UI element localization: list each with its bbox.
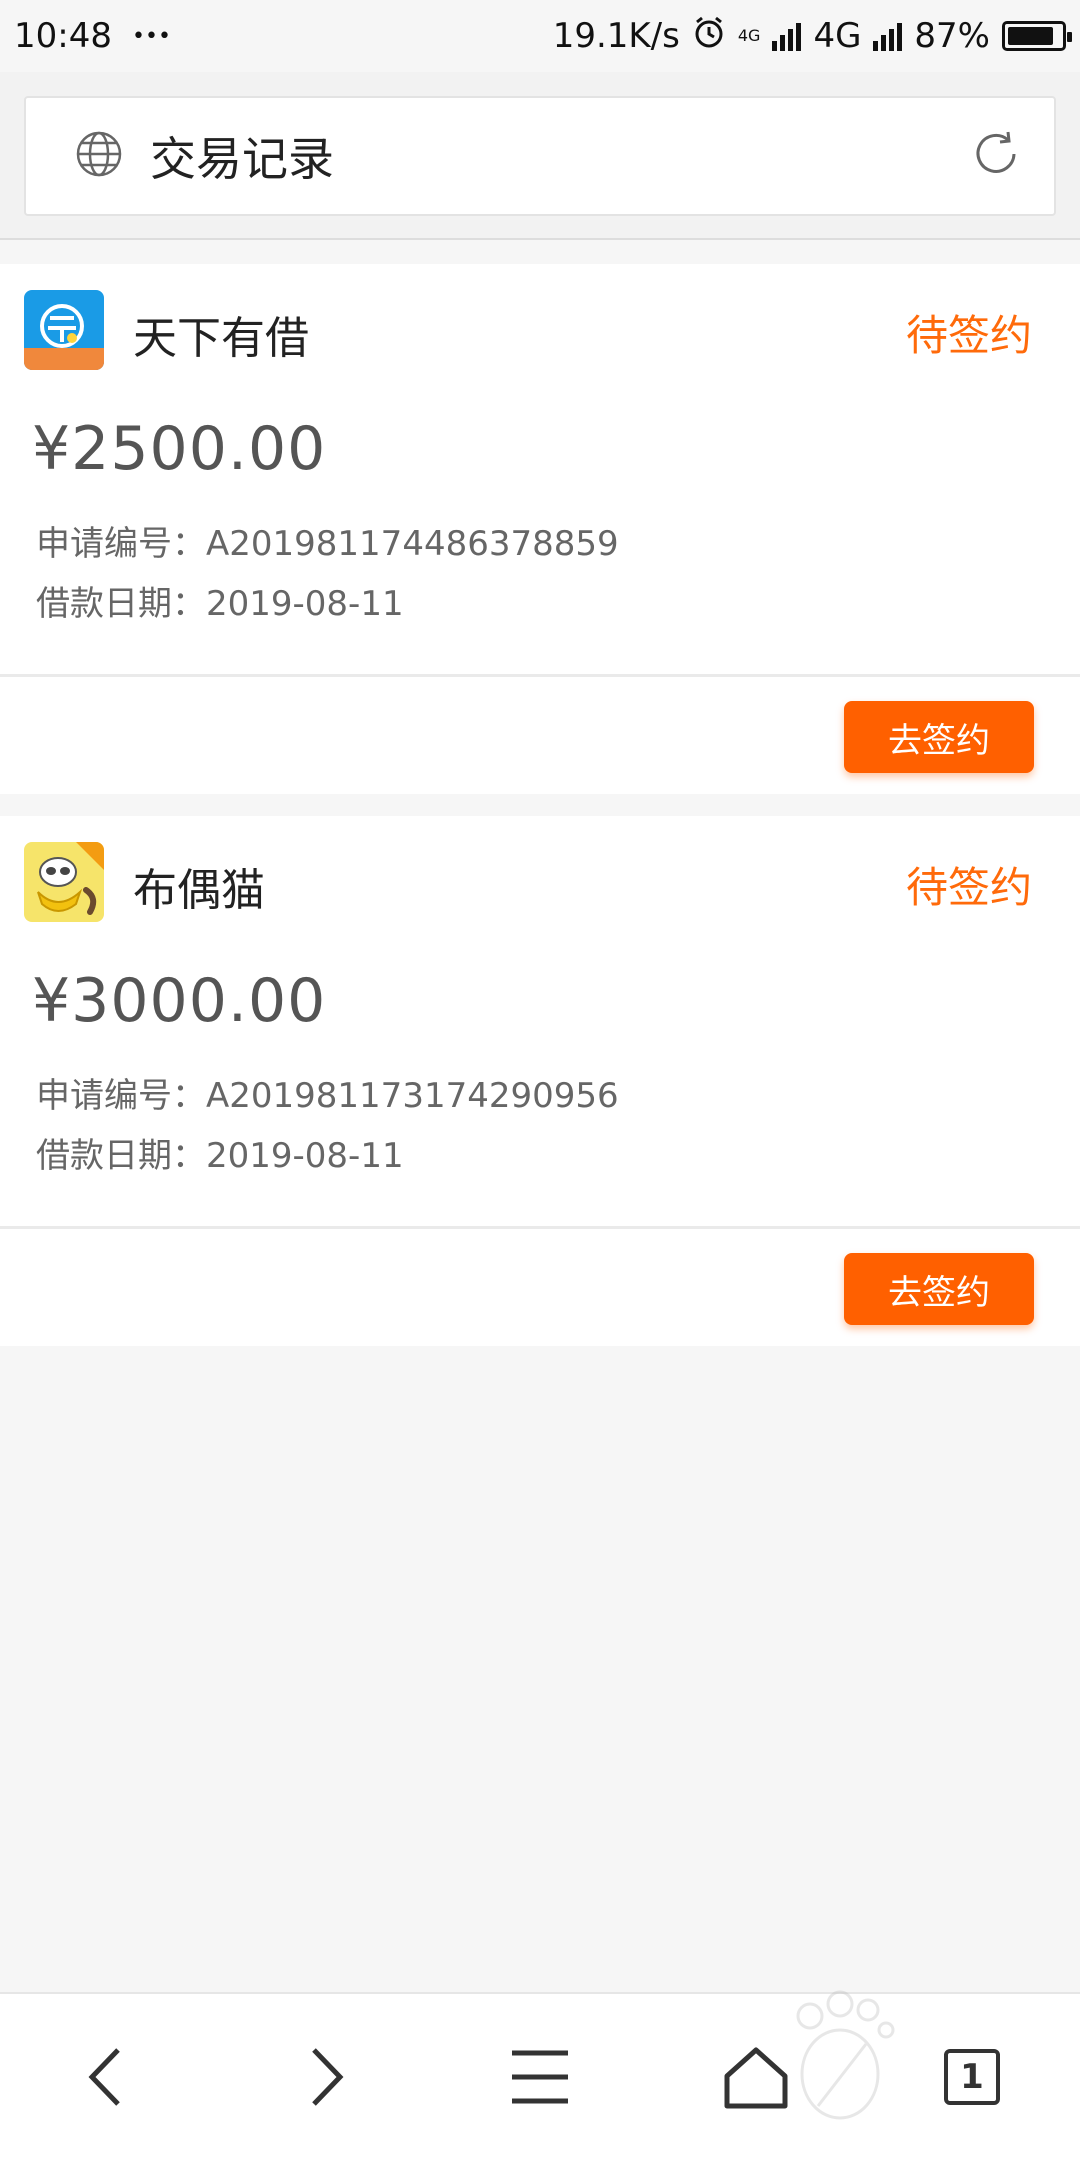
- loan-date-label: 借款日期：: [36, 584, 206, 624]
- application-number-row: 申请编号：A201981174486378859: [36, 516, 619, 565]
- loan-amount: ¥3000.00: [32, 966, 327, 1036]
- status-bar: 10:48 ••• 19.1K/s 4G 4G 87%: [0, 0, 1080, 72]
- application-number: A201981173174290956: [206, 1076, 619, 1116]
- network-label: 4G: [813, 16, 862, 56]
- page-title: 交易记录: [150, 132, 334, 186]
- lender-name: 天下有借: [133, 313, 309, 364]
- address-bar-container: 交易记录: [0, 72, 1080, 240]
- lender-logo-icon: [24, 842, 104, 922]
- loan-date-label: 借款日期：: [36, 1136, 206, 1176]
- refresh-icon[interactable]: [968, 126, 1024, 186]
- loan-date-row: 借款日期：2019-08-11: [36, 576, 404, 625]
- forward-button[interactable]: [264, 2017, 384, 2137]
- battery-percent: 87%: [914, 16, 990, 56]
- address-bar[interactable]: 交易记录: [24, 96, 1056, 216]
- application-number-label: 申请编号：: [36, 1076, 206, 1116]
- signal-icon-2: [873, 21, 903, 51]
- status-badge: 待签约: [905, 863, 1032, 912]
- status-time: 10:48: [14, 16, 112, 56]
- sign-button[interactable]: 去签约: [844, 701, 1034, 773]
- home-icon: [724, 2047, 788, 2109]
- chevron-right-icon: [312, 2048, 344, 2106]
- loan-date-row: 借款日期：2019-08-11: [36, 1128, 404, 1177]
- signal-icon: [772, 21, 802, 51]
- tabs-button[interactable]: 1: [912, 2017, 1032, 2137]
- menu-icon: [512, 2050, 568, 2104]
- application-number-row: 申请编号：A201981173174290956: [36, 1068, 619, 1117]
- battery-icon: [1002, 21, 1072, 51]
- network-small-label: 4G: [737, 26, 761, 45]
- tab-count: 1: [944, 2049, 1000, 2105]
- application-number-label: 申请编号：: [36, 524, 206, 564]
- record-card: 天下有借 待签约 ¥2500.00 申请编号：A2019811744863788…: [0, 264, 1080, 794]
- menu-button[interactable]: [480, 2017, 600, 2137]
- sign-button[interactable]: 去签约: [844, 1253, 1034, 1325]
- globe-icon: [74, 129, 124, 183]
- paw-watermark-icon: [796, 1990, 895, 2120]
- status-badge: 待签约: [905, 311, 1032, 360]
- battery-fill: [1008, 27, 1054, 45]
- lender-logo-icon: [24, 290, 104, 370]
- back-button[interactable]: [48, 2017, 168, 2137]
- more-notifications-icon: •••: [131, 23, 171, 49]
- chevron-left-icon: [88, 2048, 120, 2106]
- loan-date: 2019-08-11: [206, 584, 404, 624]
- bottom-navigation: 1: [0, 1992, 1080, 2160]
- alarm-icon: [692, 15, 726, 58]
- loan-date: 2019-08-11: [206, 1136, 404, 1176]
- application-number: A201981174486378859: [206, 524, 619, 564]
- lender-name: 布偶猫: [133, 865, 265, 916]
- loan-amount: ¥2500.00: [32, 414, 327, 484]
- record-card: 布偶猫 待签约 ¥3000.00 申请编号：A20198117317429095…: [0, 816, 1080, 1346]
- net-speed: 19.1K/s: [552, 16, 680, 56]
